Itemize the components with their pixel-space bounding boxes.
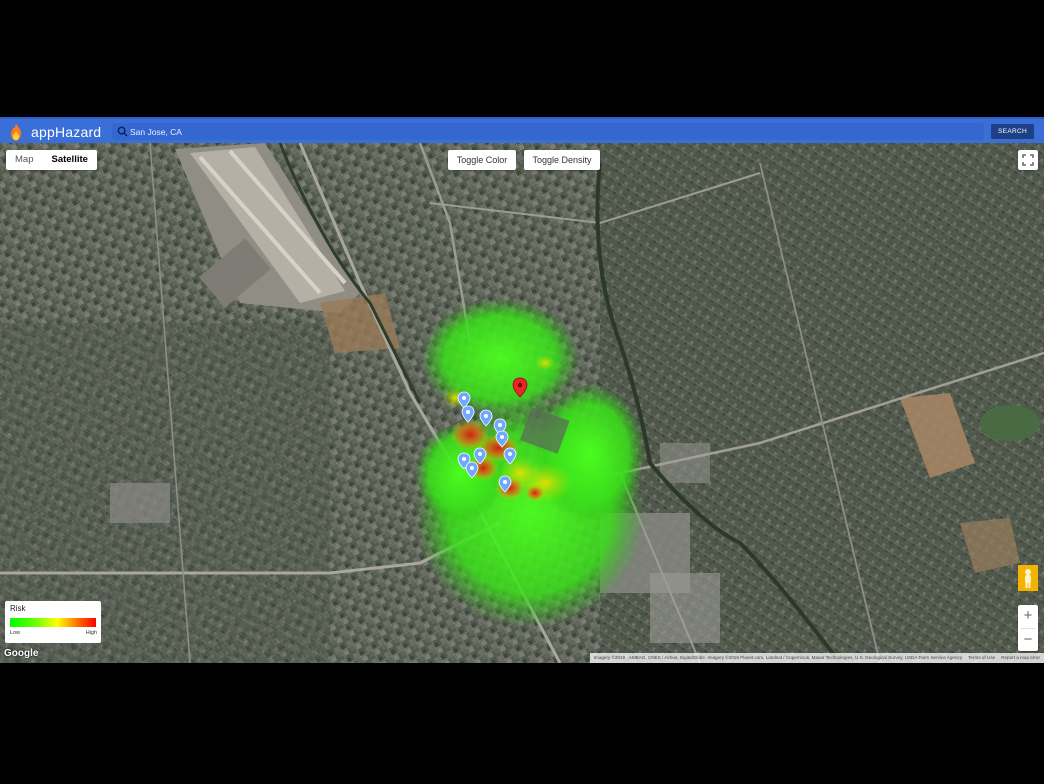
search-icon [117, 126, 128, 137]
legend-gradient-bar [10, 618, 96, 627]
flame-icon [11, 123, 21, 141]
legend-high-label: High [85, 630, 97, 636]
street-view-button[interactable] [1018, 565, 1038, 591]
fullscreen-button[interactable] [1018, 150, 1038, 170]
map-type-satellite-button[interactable]: Satellite [42, 150, 96, 170]
app-window: appHazard SEARCH [0, 117, 1044, 663]
app-title: appHazard [31, 124, 102, 140]
map-type-control: Map Satellite [6, 150, 97, 170]
imagery-credit: Imagery ©2019 , AMBAG, CNES / Airbus, Di… [593, 655, 963, 660]
zoom-out-button[interactable]: − [1018, 629, 1038, 652]
map-attribution: Imagery ©2019 , AMBAG, CNES / Airbus, Di… [589, 653, 1044, 663]
legend-low-label: Low [10, 630, 21, 636]
zoom-control: + − [1018, 605, 1038, 651]
toggle-density-button[interactable]: Toggle Density [524, 150, 600, 170]
terms-link[interactable]: Terms of Use [968, 653, 995, 663]
header-bar: appHazard SEARCH [0, 117, 1044, 143]
risk-legend: Risk Low High [5, 601, 101, 643]
satellite-map[interactable]: Map Satellite Toggle Color Toggle Densit… [0, 143, 1044, 663]
google-logo: Google [4, 648, 39, 659]
search-box[interactable] [112, 123, 984, 140]
search-button[interactable]: SEARCH [991, 124, 1034, 139]
legend-title: Risk [10, 604, 26, 613]
map-type-map-button[interactable]: Map [6, 150, 42, 170]
report-error-link[interactable]: Report a map error [1001, 653, 1040, 663]
fullscreen-icon [1022, 154, 1034, 166]
search-input[interactable] [130, 123, 970, 140]
pegman-icon [1018, 565, 1038, 591]
brand: appHazard [8, 123, 101, 141]
zoom-in-button[interactable]: + [1018, 605, 1038, 628]
satellite-imagery [0, 143, 1044, 663]
toggle-color-button[interactable]: Toggle Color [448, 150, 516, 170]
